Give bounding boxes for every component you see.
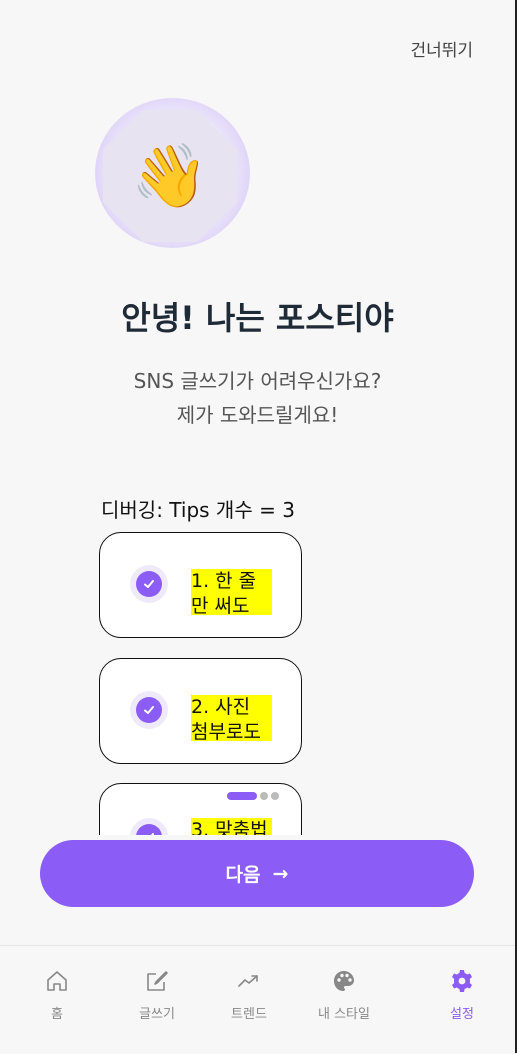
check-icon [136,571,162,597]
edit-icon [147,971,168,991]
tips-list[interactable]: 1. 한 줄 만 써도 2. 사진 첨부로도 3. 맞춤법 [99,530,304,835]
nav-item-write[interactable]: 글쓰기 [117,968,197,1022]
subtitle-line-1: SNS 글쓰기가 어려우신가요? [133,369,382,393]
nav-label: 글쓰기 [139,1007,175,1022]
page-dot [271,792,279,800]
nav-item-my-style[interactable]: 내 스타일 [304,968,384,1022]
bottom-nav: 홈 글쓰기 트렌드 내 스타일 설정 [0,945,515,1054]
skip-button[interactable]: 건너뛰기 [410,36,473,61]
page-dot [260,792,268,800]
nav-label: 홈 [51,1007,63,1022]
page-title: 안녕! 나는 포스티야 [121,299,394,337]
gear-icon [452,970,472,992]
nav-label: 트렌드 [231,1007,267,1022]
check-icon [136,697,162,723]
arrow-right-icon: → [272,862,289,885]
waving-hand-icon: 👋 [131,139,209,212]
next-button[interactable]: 다음 → [40,840,474,907]
tip-card[interactable]: 2. 사진 첨부로도 [99,658,302,764]
home-icon [47,971,67,991]
trend-icon [238,975,258,987]
tip-card[interactable]: 1. 한 줄 만 써도 [99,532,302,638]
tip-card[interactable]: 3. 맞춤법 [99,783,302,835]
page-dot-active [227,792,257,800]
debug-text: 디버깅: Tips 개수 = 3 [101,498,295,522]
nav-item-trend[interactable]: 트렌드 [209,968,289,1022]
palette-icon [334,971,354,991]
tip-text: 2. 사진 첨부로도 [191,695,272,741]
mascot-badge: 👋 [103,110,237,242]
nav-item-home[interactable]: 홈 [17,968,97,1022]
subtitle-line-2: 제가 도와드릴게요! [176,403,339,427]
page-indicator [227,792,279,800]
tip-text: 3. 맞춤법 [191,818,272,835]
subtitle: SNS 글쓰기가 어려우신가요? 제가 도와드릴게요! [0,364,515,432]
nav-label: 설정 [450,1007,474,1022]
nav-label: 내 스타일 [318,1007,370,1022]
check-icon [136,824,162,835]
nav-item-settings[interactable]: 설정 [422,968,502,1022]
tip-text: 1. 한 줄 만 써도 [191,569,272,615]
next-button-label: 다음 [225,864,261,886]
